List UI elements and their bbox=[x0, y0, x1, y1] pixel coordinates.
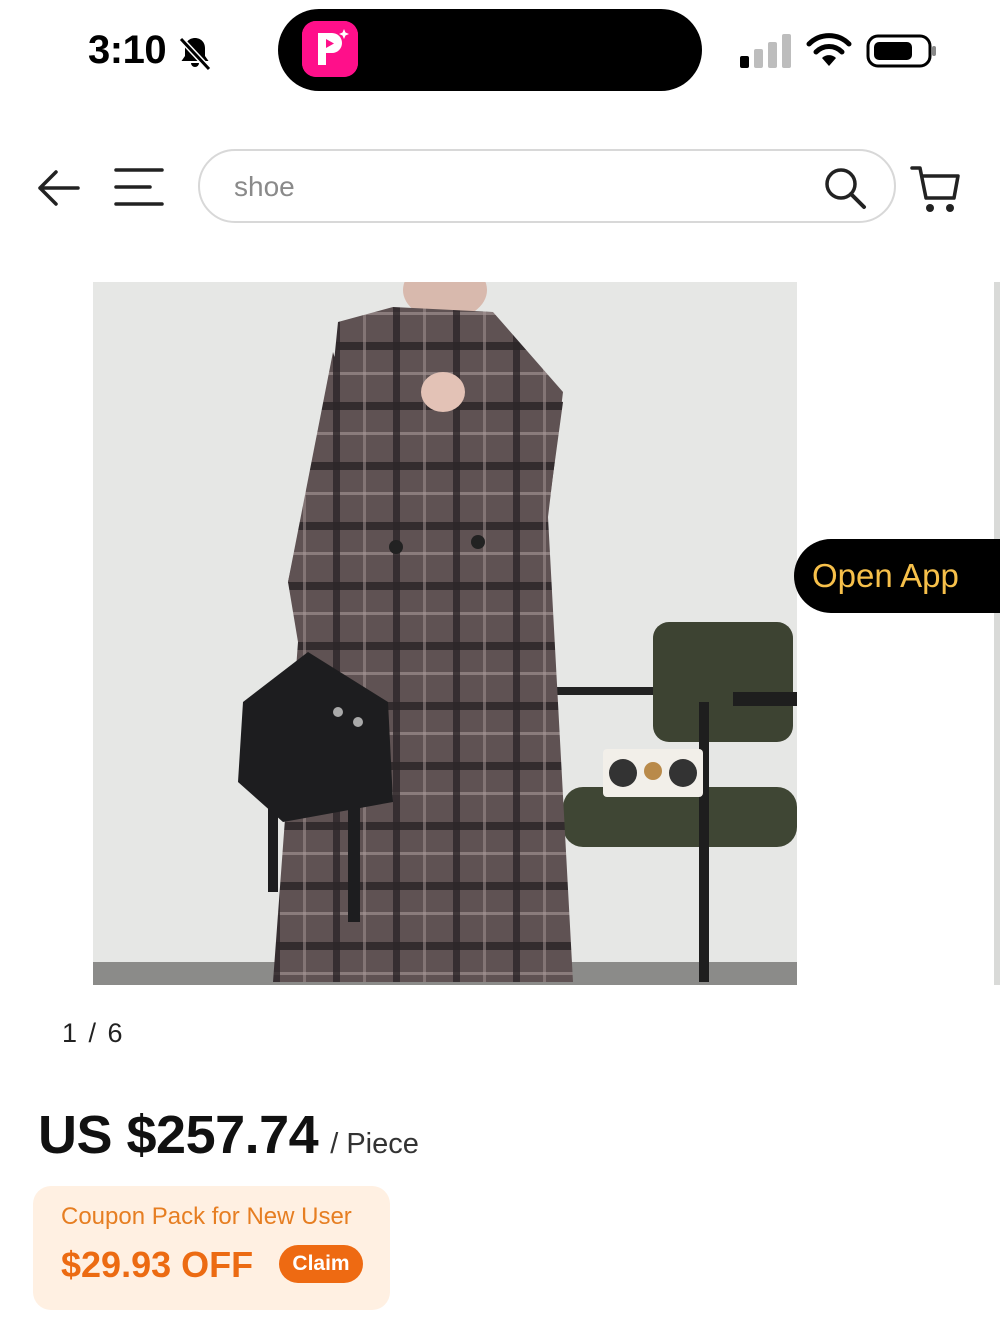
price-unit: / Piece bbox=[330, 1128, 419, 1160]
coupon-card[interactable]: Coupon Pack for New User $29.93 OFF Clai… bbox=[33, 1186, 390, 1310]
claim-button[interactable]: Claim bbox=[279, 1245, 363, 1283]
status-time: 3:10 bbox=[88, 28, 167, 72]
price-amount: US $257.74 bbox=[38, 1105, 319, 1165]
battery-icon bbox=[866, 34, 936, 68]
coupon-amount: $29.93 OFF bbox=[61, 1244, 254, 1285]
search-input[interactable] bbox=[234, 171, 794, 203]
open-app-button[interactable]: Open App bbox=[794, 539, 1000, 613]
open-app-label: Open App bbox=[812, 557, 959, 594]
bell-slash-icon bbox=[178, 36, 212, 72]
cart-icon[interactable] bbox=[910, 164, 962, 214]
product-image[interactable] bbox=[93, 282, 797, 985]
product-photo bbox=[93, 282, 797, 985]
back-arrow-icon[interactable] bbox=[34, 164, 82, 212]
menu-icon[interactable] bbox=[112, 164, 166, 210]
price-row: US $257.74 / Piece bbox=[38, 1104, 419, 1166]
image-counter: 1 / 6 bbox=[62, 1018, 125, 1048]
status-bar: 3:10 bbox=[0, 0, 1000, 105]
search-icon[interactable] bbox=[822, 165, 868, 211]
search-bar[interactable] bbox=[198, 149, 896, 223]
signal-icon bbox=[740, 34, 791, 68]
next-image-peek[interactable] bbox=[994, 282, 1000, 985]
app-badge-icon bbox=[302, 21, 358, 77]
coupon-title: Coupon Pack for New User bbox=[61, 1203, 352, 1230]
wifi-icon bbox=[806, 33, 852, 66]
